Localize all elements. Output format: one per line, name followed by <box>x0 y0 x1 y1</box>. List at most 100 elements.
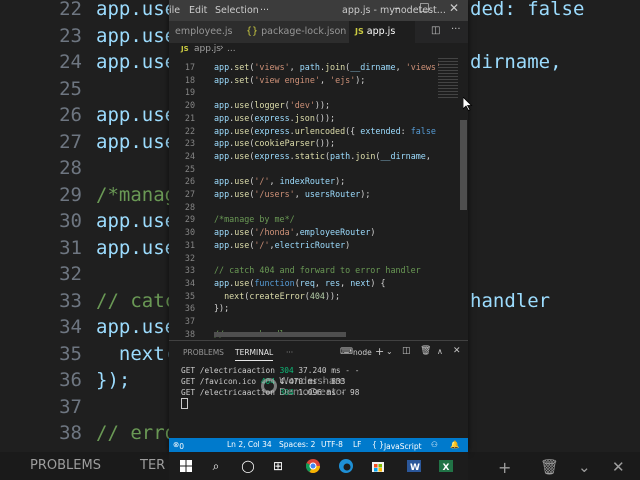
menu-selection[interactable]: Selection <box>215 5 259 16</box>
code-text[interactable]: app.set('view engine', 'ejs'); <box>214 74 365 87</box>
split-editor-icon[interactable]: ◫ <box>431 25 440 36</box>
task-view-icon[interactable]: ⊞ <box>269 457 287 475</box>
background-code-line: 27 app.use <box>0 131 176 157</box>
search-icon[interactable]: ⌕ <box>207 457 225 475</box>
line-number: 26 <box>184 176 195 187</box>
tab-problems[interactable]: PROBLEMS <box>183 348 224 357</box>
background-code-text: app.use <box>96 316 177 338</box>
background-line-number: 34 <box>59 316 82 338</box>
encoding[interactable]: UTF-8 <box>321 440 343 449</box>
close-panel-icon[interactable]: ✕ <box>453 346 461 356</box>
language-mode[interactable]: { } JavaScript <box>372 440 422 451</box>
background-code-line: 26 app.use <box>0 104 176 130</box>
tab-terminal[interactable]: TERMINAL <box>235 348 274 361</box>
line-number: 17 <box>184 62 195 72</box>
tab-label: employee.js <box>175 26 233 37</box>
background-code-line: 31 app.use <box>0 237 176 263</box>
error-count[interactable]: ⊗ 0 <box>173 440 184 451</box>
split-terminal-icon[interactable]: ◫ <box>402 346 411 356</box>
breadcrumb-file[interactable]: app.js <box>194 44 221 54</box>
more-actions-icon[interactable]: ··· <box>451 24 461 35</box>
edge-icon[interactable] <box>337 457 355 475</box>
line-number: 24 <box>184 150 195 161</box>
line-number: 29 <box>184 214 195 225</box>
windows-start-icon[interactable] <box>177 457 195 475</box>
background-code-text: app.use <box>96 236 177 259</box>
line-number: 34 <box>184 277 195 288</box>
background-code-right: ded: false <box>470 0 585 20</box>
code-text[interactable]: app.set('views', path.join(__dirname, 'v… <box>214 61 441 74</box>
menu-file[interactable]: ile <box>169 5 180 16</box>
vertical-scrollbar[interactable] <box>460 120 467 210</box>
code-text[interactable]: }); <box>214 302 229 315</box>
background-code-line: 37 <box>0 396 96 422</box>
code-text[interactable]: app.use(express.urlencoded({ extended: f… <box>214 125 436 138</box>
terminal-text: GET /electricaaction <box>181 366 280 375</box>
menu-edit[interactable]: Edit <box>189 5 207 16</box>
background-code-line: 35 next( <box>0 343 176 369</box>
chevron-down-icon[interactable]: ⌄ <box>386 347 393 356</box>
horizontal-scrollbar[interactable] <box>214 332 346 337</box>
background-line-number: 24 <box>59 51 82 73</box>
minimize-icon[interactable]: – <box>394 1 400 15</box>
line-ending[interactable]: LF <box>353 440 362 449</box>
code-text[interactable]: // catch 404 and forward to error handle… <box>214 264 421 277</box>
feedback-icon[interactable]: ⚇ <box>431 440 438 449</box>
tab-package-lock-json[interactable]: {} package-lock.json <box>240 21 354 43</box>
line-number: 33 <box>184 265 195 276</box>
line-number: 23 <box>184 138 195 149</box>
code-text[interactable]: next(createError(404)); <box>214 290 340 303</box>
background-line-number: 31 <box>59 236 82 259</box>
new-terminal-icon[interactable]: + <box>375 345 384 358</box>
title-bar: ile Edit Selection ··· app.js - mynodete… <box>169 0 468 21</box>
code-text[interactable]: app.use(function(req, res, next) { <box>214 277 386 290</box>
background-chevron-icon: ⌄ <box>578 458 591 476</box>
svg-text:W: W <box>410 463 420 473</box>
maximize-icon[interactable]: ☐ <box>419 1 430 15</box>
line-number: 20 <box>184 100 195 111</box>
code-text[interactable]: /*manage by me*/ <box>214 213 295 226</box>
code-text[interactable]: app.use(express.json()); <box>214 112 335 125</box>
code-text[interactable]: app.use(express.static(path.join(__dirna… <box>214 150 431 163</box>
tab-employee-js[interactable]: employee.js <box>169 21 244 43</box>
cortana-icon[interactable]: ◯ <box>239 457 257 475</box>
tab-app-js[interactable]: JS app.js <box>349 21 415 43</box>
background-trash-icon: 🗑 <box>540 458 560 476</box>
line-number: 30 <box>184 227 195 238</box>
breadcrumb-more[interactable]: ... <box>227 44 236 54</box>
indentation[interactable]: Spaces: 2 <box>279 440 315 449</box>
background-code-line: 25 <box>0 78 96 104</box>
background-terminal-label: TER <box>140 458 166 473</box>
code-editor[interactable]: 17 app.set('views', path.join(__dirname, … <box>169 58 468 340</box>
code-text[interactable]: app.use('/',electricRouter) <box>214 239 350 252</box>
background-code-text: // erro <box>96 422 177 444</box>
menu-more[interactable]: ··· <box>260 5 269 16</box>
code-text[interactable]: app.use('/honda',employeeRouter) <box>214 226 375 239</box>
background-line-number: 37 <box>59 395 82 418</box>
watermark: Wondershare DemoCreator <box>279 376 346 398</box>
trash-icon[interactable]: 🗑 <box>420 346 431 356</box>
javascript-icon: JS <box>355 27 364 36</box>
shell-name[interactable]: node <box>353 348 372 357</box>
bell-icon[interactable]: 🔔 <box>450 440 459 449</box>
store-icon[interactable] <box>369 457 387 475</box>
cursor-position[interactable]: Ln 2, Col 34 <box>227 440 272 449</box>
background-code-right: dirname, <box>470 51 562 73</box>
line-number: 28 <box>184 201 195 212</box>
code-text[interactable]: app.use(logger('dev')); <box>214 99 330 112</box>
background-close-icon: ✕ <box>612 458 625 476</box>
maximize-panel-icon[interactable]: ∧ <box>437 347 443 356</box>
background-code-text: }); <box>96 369 131 391</box>
close-icon[interactable]: ✕ <box>449 1 459 15</box>
background-code-line: 36}); <box>0 369 130 395</box>
code-text[interactable]: app.use(cookieParser()); <box>214 137 335 150</box>
word-icon[interactable]: W <box>405 457 423 475</box>
line-number: 37 <box>184 316 195 326</box>
code-text[interactable]: app.use('/', indexRouter); <box>214 175 345 188</box>
minimap[interactable] <box>436 58 458 148</box>
code-text[interactable]: app.use('/users', usersRouter); <box>214 188 370 201</box>
tab-panel-more[interactable]: ··· <box>286 348 293 357</box>
chrome-icon[interactable] <box>304 457 322 475</box>
excel-icon[interactable]: X <box>437 457 455 475</box>
background-line-number: 26 <box>59 104 82 126</box>
